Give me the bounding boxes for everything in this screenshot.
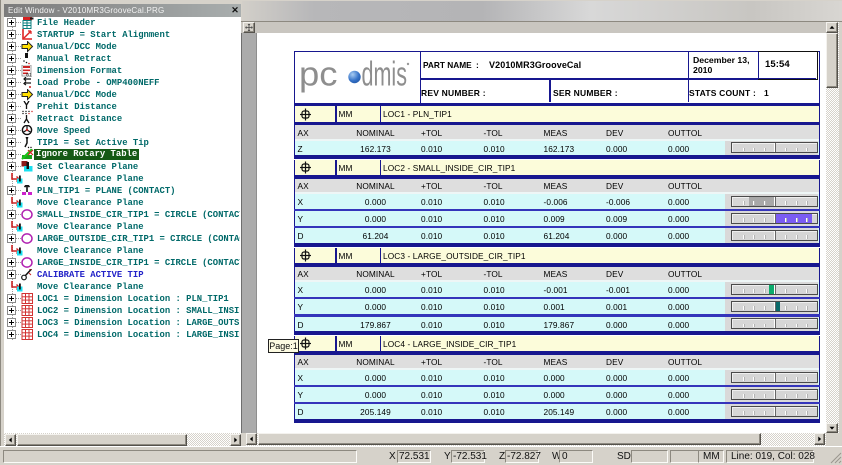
svg-text:dmis: dmis: [362, 56, 408, 94]
svg-text:pc: pc: [299, 56, 338, 94]
